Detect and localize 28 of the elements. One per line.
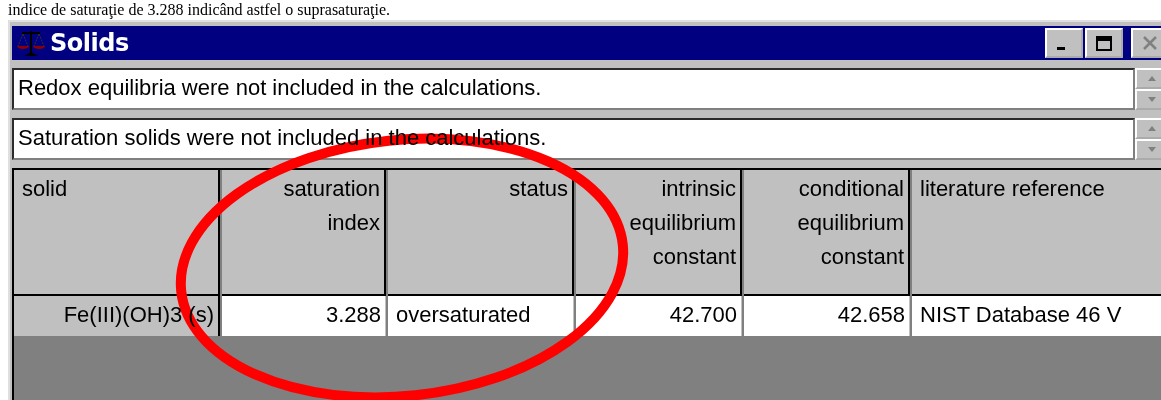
scroll-up-button[interactable]: [1135, 118, 1161, 139]
down-arrow-icon: [1148, 147, 1156, 152]
column-header[interactable]: status: [388, 170, 574, 296]
column-header[interactable]: literature reference: [912, 170, 1161, 296]
scroll-down-button[interactable]: [1135, 139, 1161, 160]
scroll-up-button[interactable]: [1135, 68, 1161, 89]
maximize-button[interactable]: [1085, 28, 1123, 58]
minimize-icon: [1057, 46, 1065, 50]
message-field: Redox equilibria were not included in the calculations.: [12, 68, 1135, 110]
table-cell: NIST Database 46 V: [912, 296, 1161, 336]
caption-text: indice de saturaţie de 3.288 indicând astfel o suprasaturaţie.: [7, 0, 392, 20]
up-arrow-icon: [1148, 76, 1156, 81]
table-cell: oversaturated: [388, 296, 574, 336]
window-title: Solids: [50, 29, 130, 57]
table-cell: 3.288: [222, 296, 386, 336]
scroll-down-button[interactable]: [1135, 89, 1161, 110]
up-arrow-icon: [1148, 126, 1156, 131]
table-cell: 42.700: [576, 296, 742, 336]
minimize-button[interactable]: [1045, 28, 1083, 58]
column-header[interactable]: solid: [14, 170, 220, 296]
column-header[interactable]: conditional equilibrium constant: [744, 170, 910, 296]
scales-icon: [16, 28, 46, 58]
down-arrow-icon: [1148, 97, 1156, 102]
column-header[interactable]: saturation index: [222, 170, 386, 296]
column-header[interactable]: intrinsic equilibrium constant: [576, 170, 742, 296]
close-icon: [1143, 36, 1157, 50]
table-cell: 42.658: [744, 296, 910, 336]
maximize-icon: [1096, 35, 1112, 51]
